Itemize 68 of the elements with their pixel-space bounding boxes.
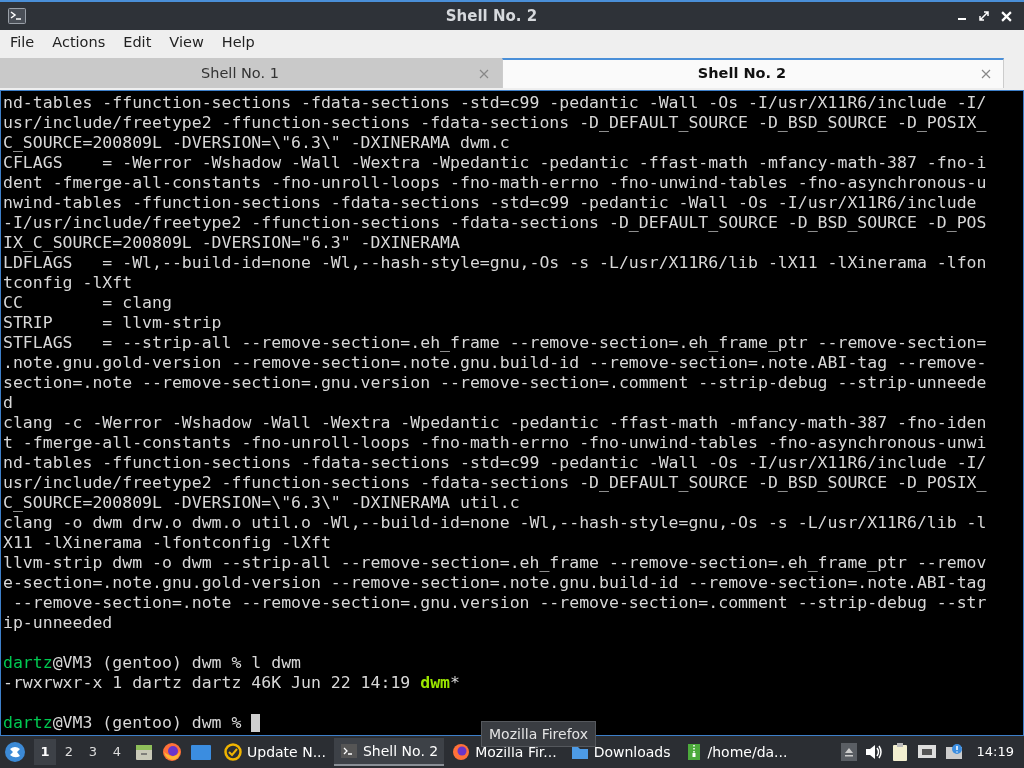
terminal-text: clang -c -Werror -Wshadow -Wall -Wextra -Wpedantic -pedantic -ffast-math -mfancy-math-387 -fno-iden [3,413,987,433]
menu-item[interactable]: Edit [117,32,158,54]
network-icon[interactable] [916,743,937,761]
tab[interactable]: Shell No. 1 [0,58,502,88]
clock[interactable]: 14:19 [976,742,1014,762]
terminal-text: --remove-section=.note --remove-section=.gnu.version --remove-section=.comment --strip-debug --str [11,593,987,613]
terminal-text: IX_C_SOURCE=200809L -DVERSION="6.3" -DXINERAMA [3,233,460,253]
taskbar-task[interactable]: Shell No. 2 [334,738,445,766]
terminal-text: @VM3 (gentoo) dwm % l dwm [52,653,302,673]
workspace-button[interactable]: 2 [58,739,80,765]
terminal-text: clang -o dwm drw.o dwm.o util.o -Wl,--build-id=none -Wl,--hash-style=gnu,-Os -s -L/usr/X11R6/lib -l [3,513,987,533]
terminal-text: C_SOURCE=200809L -DVERSION=\"6.3\" -DXINERAMA dwm.c [3,133,510,153]
terminal-text: * [450,673,460,693]
terminal-text: section=.note --remove-section=.gnu.version --remove-section=.comment --strip-debug --strip-unneede [3,373,987,393]
terminal-text: usr/include/freetype2 -ffunction-sections -fdata-sections -D_DEFAULT_SOURCE -D_BSD_SOURCE -D_POSIX_ [3,113,987,133]
window-icon[interactable] [190,742,212,762]
eject-icon[interactable] [840,743,857,761]
workspace-button[interactable]: 4 [106,739,128,765]
close-tab-icon[interactable] [981,69,991,79]
cursor [251,714,261,732]
terminal-text: STRIP = llvm-strip [3,313,222,333]
terminal-text: dwm [420,673,451,693]
terminal-text: @VM3 (gentoo) dwm % [52,713,243,733]
clipboard-icon[interactable] [890,742,909,762]
terminal-text: nd-tables -ffunction-sections -fdata-sections -std=c99 -pedantic -Wall -Os -I/usr/X11R6/include -I/ [3,453,987,473]
tooltip: Mozilla Firefox [481,721,597,747]
terminal-text: -I/usr/include/freetype2 -ffunction-sections -fdata-sections -D_DEFAULT_SOURCE -D_BSD_SOURCE -D_POS [3,213,987,233]
terminal-text: e-section=.note.gnu.gold-version --remove-section=.note.gnu.build-id --remove-section=.note.ABI-tag [3,573,987,593]
terminal-text: dent -fmerge-all-constants -fno-unroll-loops -fno-math-errno -fno-unwind-tables -fno-asynchronous-u [3,173,987,193]
taskbar-task[interactable]: /home/da... [678,738,794,766]
terminal-text: t -fmerge-all-constants -fno-unroll-loops -fno-math-errno -fno-unwind-tables -fno-asynchronous-unwi [3,433,987,453]
workspace-button[interactable]: 1 [34,739,56,765]
menu-item[interactable]: Actions [46,32,112,54]
tab[interactable]: Shell No. 2 [502,58,1004,88]
firefox-icon[interactable] [162,742,182,762]
maximize-icon[interactable] [979,11,989,21]
terminal-text: STFLAGS = --strip-all --remove-section=.eh_frame --remove-section=.eh_frame_ptr --remove-section= [3,333,987,353]
workspace-button[interactable]: 3 [82,739,104,765]
terminal-text: nwind-tables -ffunction-sections -fdata-sections -std=c99 -pedantic -Wall -Os -I/usr/X11R6/include [3,193,977,213]
notification-icon[interactable] [944,743,965,761]
menu-item[interactable]: File [4,32,41,54]
firefox-icon [452,743,471,761]
terminal-text: ip-unneeded [3,613,113,633]
terminal-text: CFLAGS = -Werror -Wshadow -Wall -Wextra -Wpedantic -pedantic -ffast-math -mfancy-math-387 -fno-i [3,153,987,173]
terminal-text: -rwxrwxr-x 1 dartz dartz 46K Jun 22 14:19 [3,673,412,693]
window-title: Shell No. 2 [445,7,538,25]
terminal-icon [8,8,26,24]
terminal-text: dartz [3,653,53,673]
terminal-text: CC = clang [3,293,172,313]
terminal-text: X11 -lXinerama -lfontconfig -lXft [3,533,331,553]
terminal-text: dartz [3,713,53,733]
refresh-icon [224,743,242,761]
terminal-text: usr/include/freetype2 -ffunction-sections -fdata-sections -D_DEFAULT_SOURCE -D_BSD_SOURCE -D_POSIX_ [3,473,987,493]
terminal-text: llvm-strip dwm -o dwm --strip-all --remove-section=.eh_frame --remove-section=.eh_frame_ptr --remov [3,553,987,573]
taskbar-task[interactable]: Update N... [218,738,332,766]
menu-item[interactable]: View [163,32,210,54]
close-icon[interactable] [1001,10,1012,22]
terminal-text: tconfig -lXft [3,273,133,293]
menu-item[interactable]: Help [215,32,261,54]
terminal-text: .note.gnu.gold-version --remove-section=.note.gnu.build-id --remove-section=.note.ABI-tag --remove- [3,353,987,373]
file-cabinet-icon[interactable] [134,742,154,762]
terminal-text: nd-tables -ffunction-sections -fdata-sections -std=c99 -pedantic -Wall -Os -I/usr/X11R6/include -I/ [3,93,987,113]
terminal-text: C_SOURCE=200809L -DVERSION=\"6.3\" -DXINERAMA util.c [3,493,520,513]
start-menu-icon[interactable] [4,741,26,763]
volume-icon[interactable] [864,744,883,760]
terminal-text: LDFLAGS = -Wl,--build-id=none -Wl,--hash-style=gnu,-Os -s -L/usr/X11R6/lib -lX11 -lXinerama -lfon [3,253,987,273]
terminal-text: d [3,393,13,413]
terminal-icon [340,742,358,760]
